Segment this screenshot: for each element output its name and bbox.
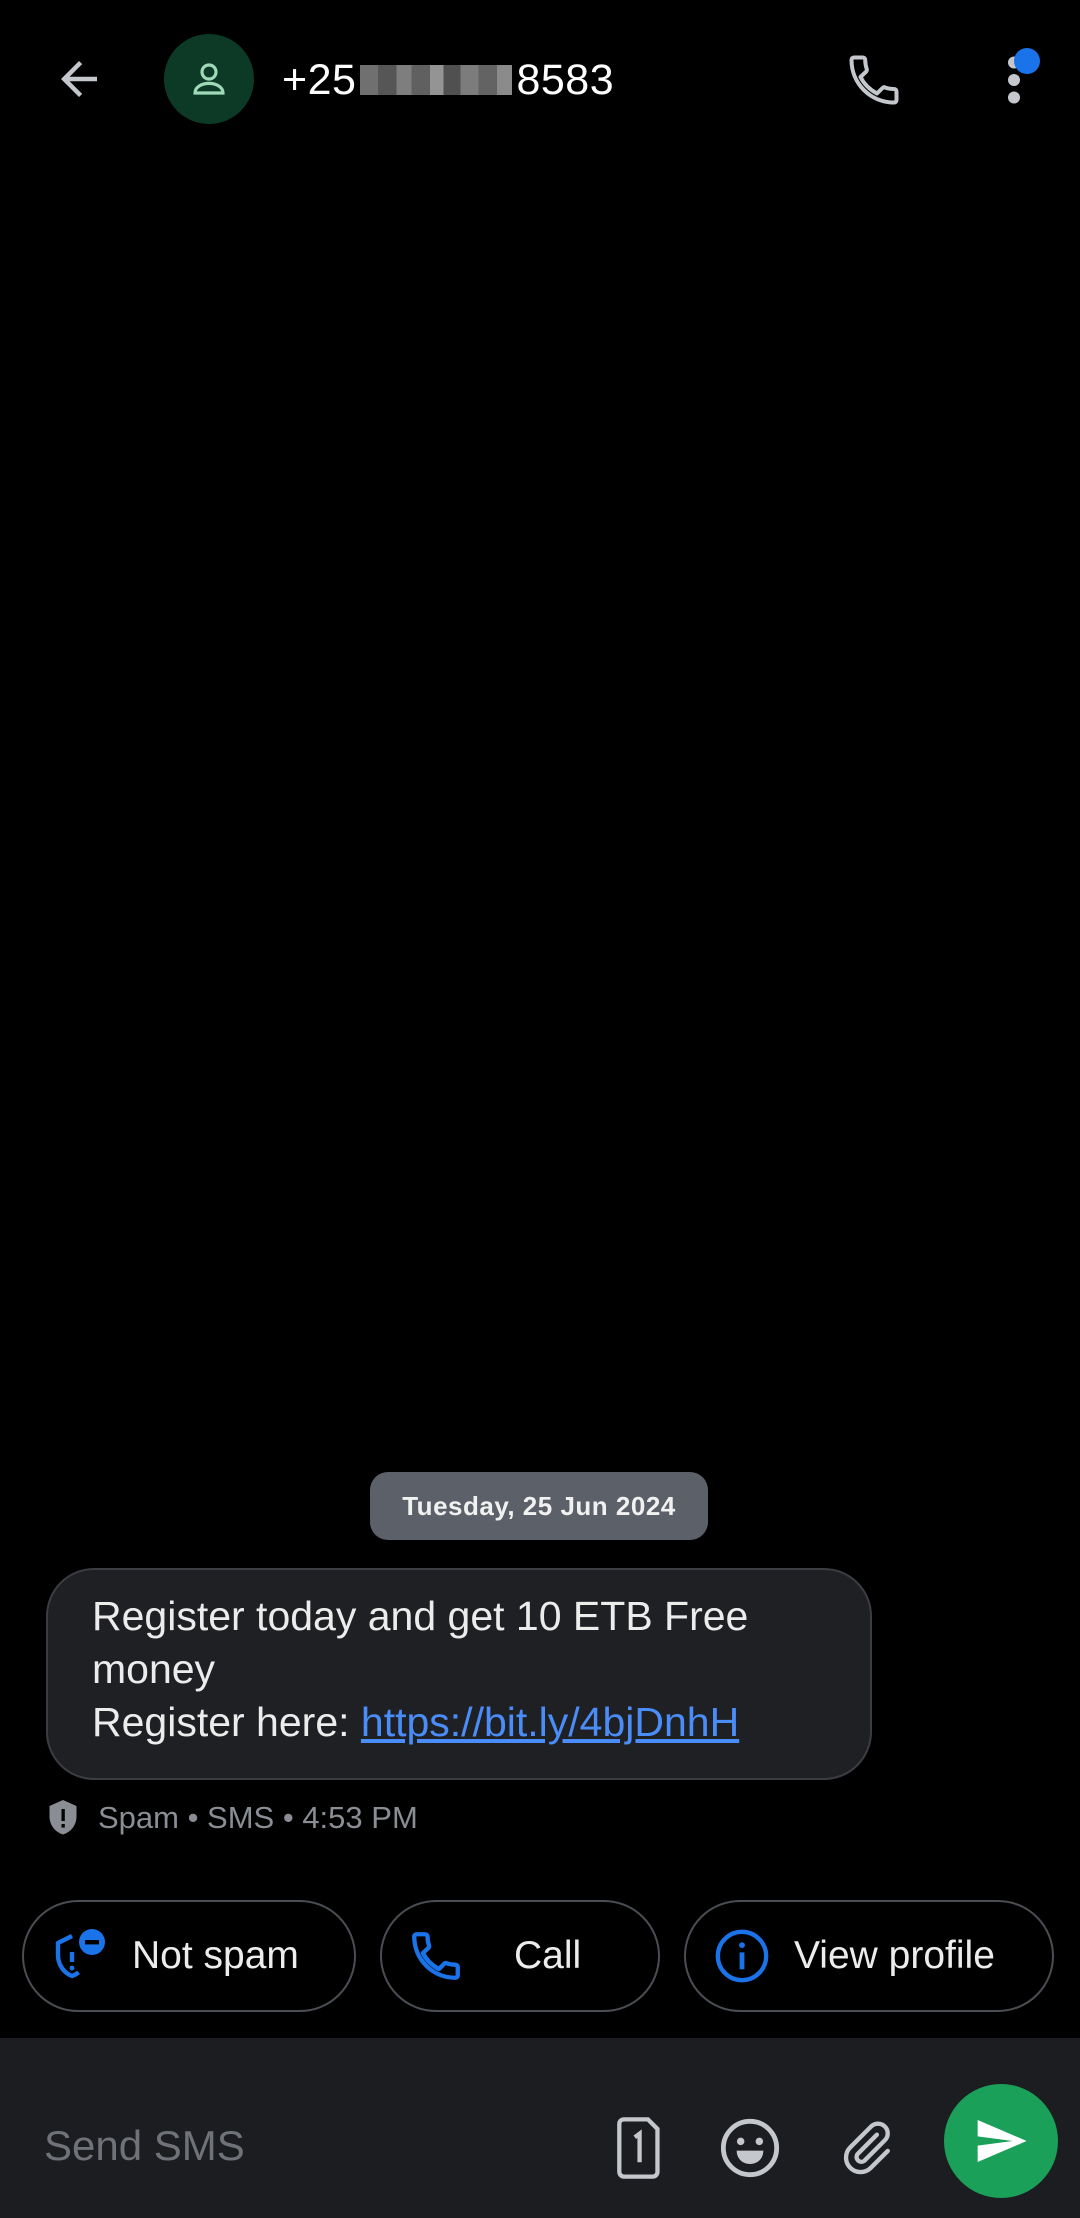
view-profile-button[interactable]: View profile [684, 1900, 1054, 2012]
send-button[interactable] [944, 2084, 1058, 2198]
redacted-digits [360, 65, 513, 95]
contact-number[interactable]: +25 8583 [282, 50, 614, 110]
back-button[interactable] [36, 36, 122, 122]
not-spam-label: Not spam [132, 1934, 299, 1977]
view-profile-label: View profile [794, 1934, 995, 1977]
contact-number-suffix: 8583 [516, 55, 615, 104]
call-action-button[interactable]: Call [380, 1900, 660, 2012]
attach-button[interactable] [826, 2098, 906, 2198]
call-button[interactable] [832, 38, 916, 122]
message-link[interactable]: https://bit.ly/4bjDnhH [361, 1699, 739, 1745]
contact-avatar[interactable] [164, 34, 254, 124]
sim-select-button[interactable] [596, 2098, 676, 2198]
message-input[interactable] [44, 2116, 564, 2176]
message-text-line1: Register today and get 10 ETB Free money [92, 1593, 749, 1692]
top-app-bar: +25 8583 [0, 0, 1080, 160]
phone-icon [406, 1926, 466, 1986]
arrow-left-icon [61, 61, 97, 97]
call-label: Call [514, 1934, 582, 1977]
message-bubble[interactable]: Register today and get 10 ETB Free money… [46, 1568, 872, 1780]
contact-number-prefix: +25 [282, 55, 357, 104]
emoji-icon [720, 2118, 780, 2178]
sim-1-icon [617, 2117, 660, 2179]
person-icon [193, 63, 225, 95]
not-spam-shield-icon [50, 1926, 110, 1986]
message-meta-text: Spam • SMS • 4:53 PM [98, 1800, 418, 1835]
not-spam-button[interactable]: Not spam [22, 1900, 356, 2012]
date-separator: Tuesday, 25 Jun 2024 [370, 1472, 708, 1540]
info-icon [712, 1926, 772, 1986]
phone-icon [849, 55, 899, 105]
paperclip-icon [843, 2121, 890, 2175]
send-icon [977, 2120, 1027, 2162]
compose-bar [0, 2038, 1080, 2218]
message-meta: Spam • SMS • 4:53 PM [44, 1796, 418, 1840]
message-text-line2: Register here: [92, 1699, 361, 1745]
spam-shield-icon [44, 1798, 82, 1838]
notification-dot [1014, 48, 1040, 74]
emoji-button[interactable] [710, 2098, 790, 2198]
